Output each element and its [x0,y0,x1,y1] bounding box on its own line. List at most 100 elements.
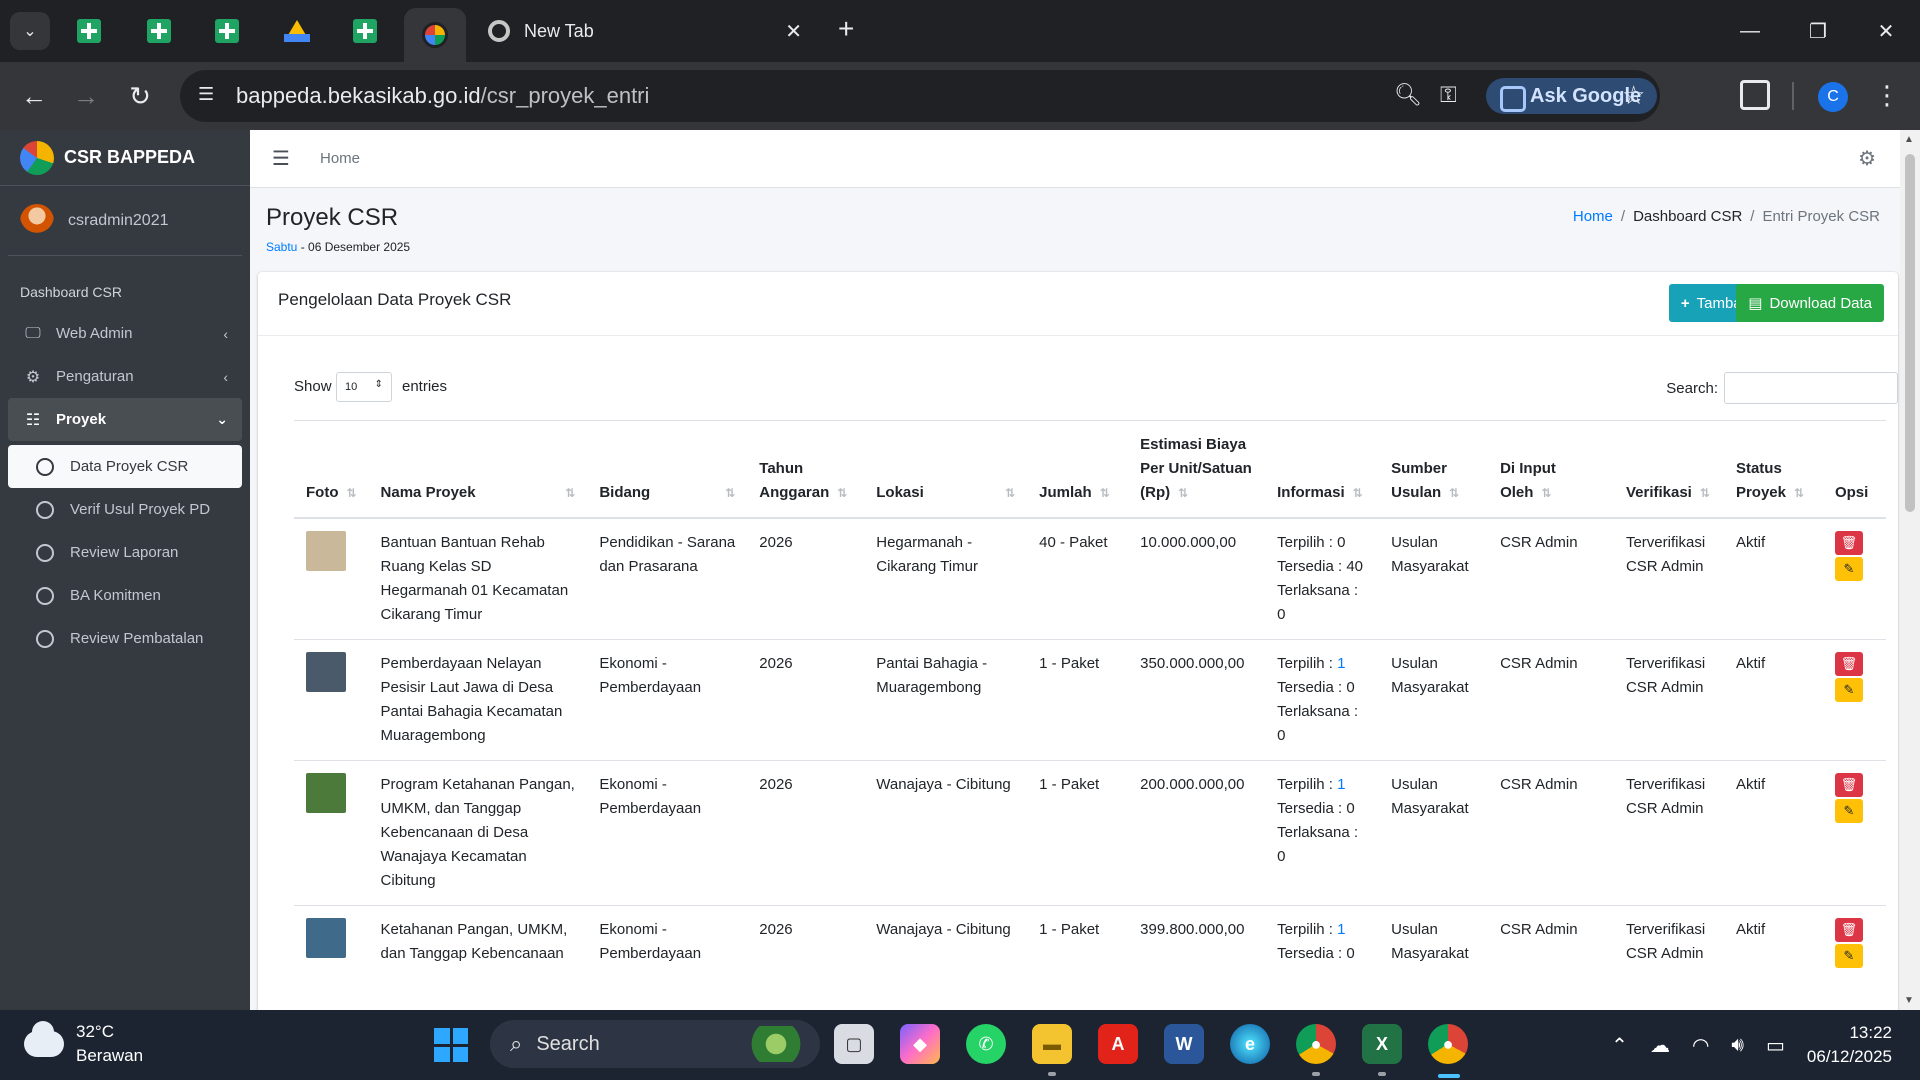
whatsapp-icon[interactable]: ✆ [966,1024,1006,1064]
chrome-profile-icon[interactable]: ● [1428,1024,1468,1064]
tab-search-button[interactable]: ⌄ [10,12,50,50]
minimize-icon[interactable]: — [1716,0,1784,62]
excel-icon[interactable]: X [1362,1024,1402,1064]
profile-avatar[interactable]: C [1818,82,1848,112]
delete-button[interactable]: 🗑︎ [1834,652,1863,676]
column-header-bidang[interactable]: Bidang ⇅ [587,420,748,519]
edit-button[interactable]: ✎ [1834,557,1863,581]
entries-select[interactable]: 10 ⇕ [336,372,392,402]
project-photo[interactable] [306,773,346,813]
download-data-button[interactable]: ▤ Download Data [1736,284,1884,322]
column-header-verifikasi[interactable]: Verifikasi ⇅ [1613,420,1724,519]
column-header-estimasi-biaya[interactable]: Estimasi Biaya Per Unit/Satuan (Rp) ⇅ [1128,420,1266,519]
edit-button[interactable]: ✎ [1834,944,1863,968]
pinned-tab-drive[interactable] [280,14,314,48]
start-button[interactable] [434,1028,468,1062]
battery-icon[interactable]: ▭ [1766,1033,1785,1058]
breadcrumb-home[interactable]: Home [1573,208,1613,225]
project-photo[interactable] [306,918,346,958]
user-panel[interactable]: csradmin2021 [8,186,242,256]
file-explorer-icon[interactable]: ▬ [1032,1024,1072,1064]
delete-button[interactable]: 🗑︎ [1834,531,1863,555]
close-tab-icon[interactable]: ✕ [785,19,802,44]
sidebar-subitem-review-pembatalan[interactable]: Review Pembatalan [8,617,242,660]
acrobat-icon[interactable]: A [1098,1024,1138,1064]
active-tab[interactable] [404,8,466,62]
extensions-icon[interactable] [1740,80,1770,110]
wifi-icon[interactable]: ◠ [1692,1033,1709,1058]
sidebar-item-web-admin[interactable]: 🖵 Web Admin ‹ [8,312,242,355]
edit-button[interactable]: ✎ [1834,678,1863,702]
hamburger-menu-icon[interactable]: ☰ [272,146,290,171]
edit-button[interactable]: ✎ [1834,799,1863,823]
column-header-lokasi[interactable]: Lokasi ⇅ [864,420,1028,519]
reload-icon[interactable]: ↻ [122,78,158,114]
project-photo[interactable] [306,652,346,692]
brand[interactable]: CSR BAPPEDA [0,130,250,186]
forward-icon[interactable]: → [68,78,104,114]
password-key-icon[interactable]: ⚿ [1440,82,1457,108]
info-terpilih-count[interactable]: 1 [1337,655,1345,672]
onedrive-cloud-icon[interactable]: ☁ [1650,1033,1670,1058]
cell-status: Aktif [1723,760,1823,906]
cell-tahun: 2026 [747,639,865,761]
settings-gear-icon[interactable]: ⚙ [1858,146,1876,171]
cell-sumber: Usulan Masyarakat [1379,517,1489,640]
page-header: Proyek CSR Sabtu - 06 Desember 2025 Home… [250,188,1900,264]
cell-biaya: 200.000.000,00 [1128,760,1266,906]
column-header-status-proyek[interactable]: Status Proyek ⇅ [1723,420,1823,519]
pinned-tab-sheets-4[interactable] [348,14,382,48]
site-info-icon[interactable]: ☰ [198,84,222,108]
sidebar-subitem-data-proyek-csr[interactable]: Data Proyek CSR [8,445,242,488]
back-icon[interactable]: ← [16,78,52,114]
copilot-icon[interactable]: ◆ [900,1024,940,1064]
pinned-tab-sheets-1[interactable] [72,14,106,48]
info-terpilih-count[interactable]: 1 [1337,921,1345,938]
cell-informasi: Terpilih : 1 Tersedia : 0 [1265,905,1380,980]
page-scrollbar[interactable]: ▲ ▼ [1900,130,1920,1010]
tab-new-tab[interactable]: New Tab ✕ [476,14,816,48]
sidebar-item-proyek[interactable]: ☷ Proyek ⌄ [8,398,242,441]
new-tab-button[interactable]: + [838,14,854,44]
column-header-foto[interactable]: Foto ⇅ [294,420,369,519]
search-input[interactable] [1724,372,1898,404]
taskbar-search[interactable]: ⌕ Search [490,1020,820,1068]
scroll-down-icon[interactable]: ▼ [1904,995,1914,1006]
sidebar-subitem-review-laporan[interactable]: Review Laporan [8,531,242,574]
volume-icon[interactable]: 🔊︎ [1731,1034,1744,1057]
topnav-home-link[interactable]: Home [320,150,360,167]
column-header-informasi[interactable]: Informasi ⇅ [1265,420,1380,519]
trash-icon: 🗑︎ [1840,922,1858,937]
url-text[interactable]: bappeda.bekasikab.go.id/csr_proyek_entri [236,83,649,109]
sidebar-subitem-ba-komitmen[interactable]: BA Komitmen [8,574,242,617]
weather-widget[interactable]: 32°C Berawan [18,1020,143,1068]
zoom-icon[interactable]: 🔍︎ [1394,82,1422,108]
bookmark-star-icon[interactable]: ☆ [1622,80,1645,111]
pinned-tab-sheets-2[interactable] [142,14,176,48]
address-bar[interactable]: ☰ bappeda.bekasikab.go.id/csr_proyek_ent… [180,70,1660,122]
pinned-tab-sheets-3[interactable] [210,14,244,48]
delete-button[interactable]: 🗑︎ [1834,918,1863,942]
column-header-di-input-oleh[interactable]: Di Input Oleh ⇅ [1488,420,1614,519]
restore-icon[interactable]: ❐ [1784,0,1852,62]
delete-button[interactable]: 🗑︎ [1834,773,1863,797]
project-photo[interactable] [306,531,346,571]
more-menu-icon[interactable]: ⋮ [1874,80,1900,111]
sidebar-item-pengaturan[interactable]: ⚙ Pengaturan ‹ [8,355,242,398]
column-header-jumlah[interactable]: Jumlah ⇅ [1027,420,1129,519]
close-window-icon[interactable]: ✕ [1852,0,1920,62]
scrollbar-thumb[interactable] [1905,154,1915,512]
task-view-icon[interactable]: ▢ [834,1024,874,1064]
edge-icon[interactable]: e [1230,1024,1270,1064]
chrome-icon[interactable]: ● [1296,1024,1336,1064]
breadcrumb-dashboard[interactable]: Dashboard CSR [1633,208,1742,225]
clock[interactable]: 13:22 06/12/2025 [1807,1021,1892,1069]
column-header-sumber-usulan[interactable]: Sumber Usulan ⇅ [1379,420,1489,519]
sidebar-subitem-verif-usul[interactable]: Verif Usul Proyek PD [8,488,242,531]
scroll-up-icon[interactable]: ▲ [1904,134,1914,145]
column-header-tahun-anggaran[interactable]: Tahun Anggaran ⇅ [747,420,865,519]
word-icon[interactable]: W [1164,1024,1204,1064]
chevron-up-icon[interactable]: ⌃ [1611,1033,1628,1058]
column-header-nama-proyek[interactable]: Nama Proyek ⇅ [368,420,588,519]
info-terpilih-count[interactable]: 1 [1337,776,1345,793]
